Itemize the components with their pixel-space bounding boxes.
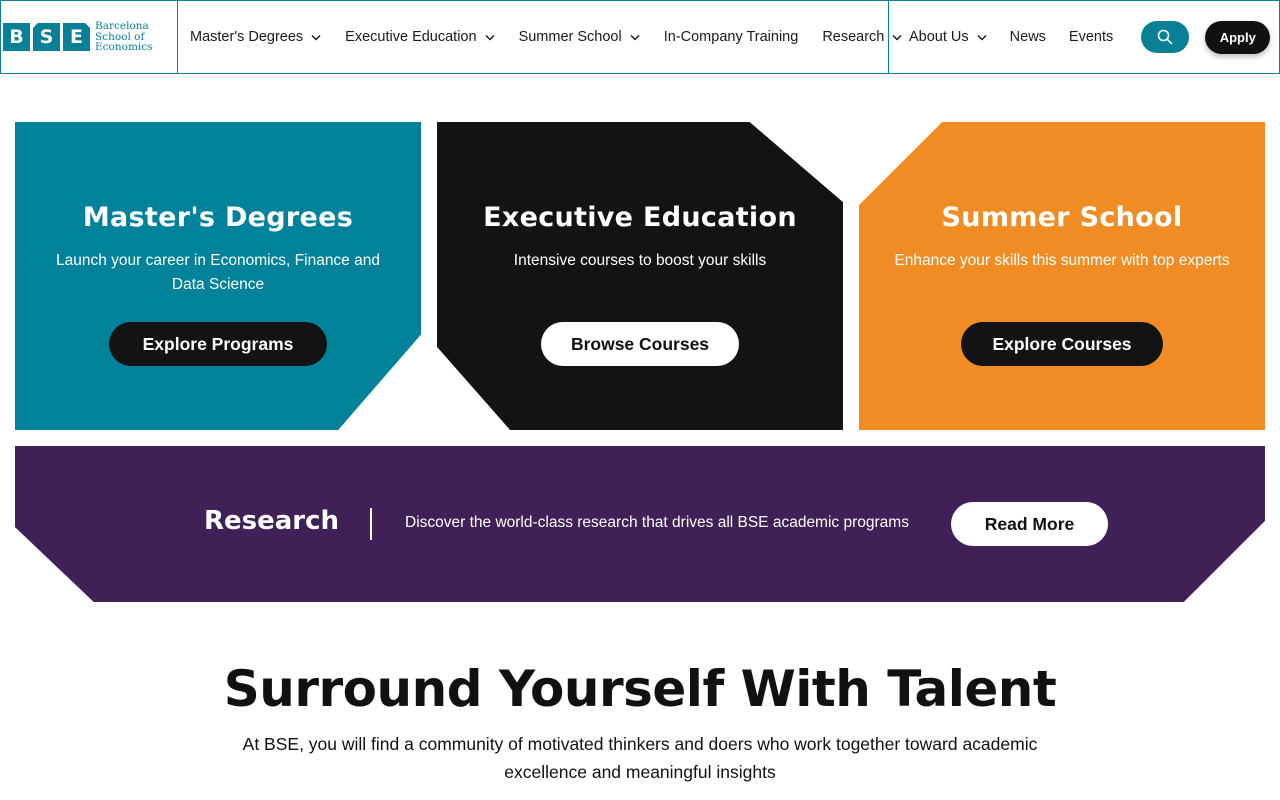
research-banner: Research Discover the world-class resear… <box>15 446 1265 602</box>
card-subtitle: Launch your career in Economics, Finance… <box>56 252 380 293</box>
logo-wordmark: Barcelona School of Economics <box>95 21 153 53</box>
logo[interactable]: B S E Barcelona School of Economics <box>1 1 178 73</box>
executive-education-card: Executive Education Intensive courses to… <box>437 122 843 430</box>
card-title: Master's Degrees <box>82 202 354 233</box>
card-subtitle: Intensive courses to boost your skills <box>513 252 767 269</box>
secondary-nav: About Us News Events Apply <box>889 1 1279 73</box>
read-more-button[interactable]: Read More <box>951 502 1108 546</box>
nav-item-news[interactable]: News <box>1010 29 1046 45</box>
nav-item-label: In-Company Training <box>663 29 799 45</box>
search-icon <box>1157 29 1173 45</box>
talent-description: At BSE, you will find a community of mot… <box>242 734 1038 782</box>
logo-letter: S <box>33 23 60 51</box>
card-title: Summer School <box>941 202 1183 233</box>
nav-item-label: Executive Education <box>345 29 477 45</box>
explore-courses-button[interactable]: Explore Courses <box>961 322 1163 366</box>
nav-item-label: Summer School <box>518 29 622 45</box>
nav-item-label: Research <box>822 29 885 45</box>
nav-item-label: About Us <box>909 29 969 45</box>
nav-item-label: Events <box>1068 29 1114 45</box>
logo-mark: B S E <box>3 23 90 51</box>
nav-item-label: Master's Degrees <box>190 29 304 45</box>
nav-item-summer-school[interactable]: Summer School <box>519 29 640 45</box>
nav-item-executive-education[interactable]: Executive Education <box>345 29 495 45</box>
masters-degrees-card: Master's Degrees Launch your career in E… <box>15 122 421 430</box>
nav-item-masters-degrees[interactable]: Master's Degrees <box>190 29 321 45</box>
apply-button[interactable]: Apply <box>1205 20 1271 54</box>
chevron-down-icon <box>630 34 640 41</box>
site-header: B S E Barcelona School of Economics Mast… <box>0 0 1280 74</box>
nav-item-label: News <box>1009 29 1046 45</box>
nav-item-about-us[interactable]: About Us <box>909 29 987 45</box>
explore-programs-button[interactable]: Explore Programs <box>109 322 327 366</box>
logo-letter: E <box>63 23 90 51</box>
chevron-down-icon <box>311 34 321 41</box>
talent-heading: Surround Yourself With Talent <box>223 660 1057 718</box>
summer-school-card: Summer School Enhance your skills this s… <box>859 122 1265 430</box>
nav-item-in-company-training[interactable]: In-Company Training <box>664 29 799 45</box>
chevron-down-icon <box>485 34 495 41</box>
browse-courses-button[interactable]: Browse Courses <box>541 322 739 366</box>
research-description: Discover the world-class research that d… <box>405 514 909 531</box>
search-button[interactable] <box>1141 21 1190 53</box>
research-title: Research <box>204 506 340 536</box>
main-nav: Master's Degrees Executive Education Sum… <box>178 1 902 73</box>
chevron-down-icon <box>977 34 987 41</box>
nav-item-events[interactable]: Events <box>1069 29 1113 45</box>
logo-line: Economics <box>95 41 153 54</box>
card-subtitle: Enhance your skills this summer with top… <box>894 252 1230 269</box>
card-title: Executive Education <box>483 202 797 233</box>
divider <box>370 508 372 540</box>
logo-letter: B <box>3 23 30 51</box>
